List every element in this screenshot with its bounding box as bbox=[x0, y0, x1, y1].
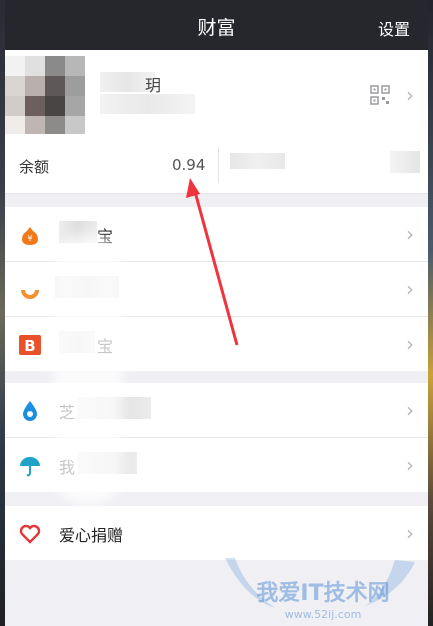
watermark-text: 我爱IT技术网 bbox=[256, 581, 389, 606]
phone-screen: 财富 设置 玥 › 余额 0.94 ¥ 宝 › › B › › › 爱心捐赠 ›… bbox=[5, 0, 428, 626]
annotation-arrow bbox=[186, 178, 239, 346]
watermark-url: www.52ij.com bbox=[285, 608, 362, 621]
site-watermark-logo: 我爱IT技术网 www.52ij.com bbox=[225, 558, 415, 621]
background-edge-right bbox=[428, 0, 433, 626]
